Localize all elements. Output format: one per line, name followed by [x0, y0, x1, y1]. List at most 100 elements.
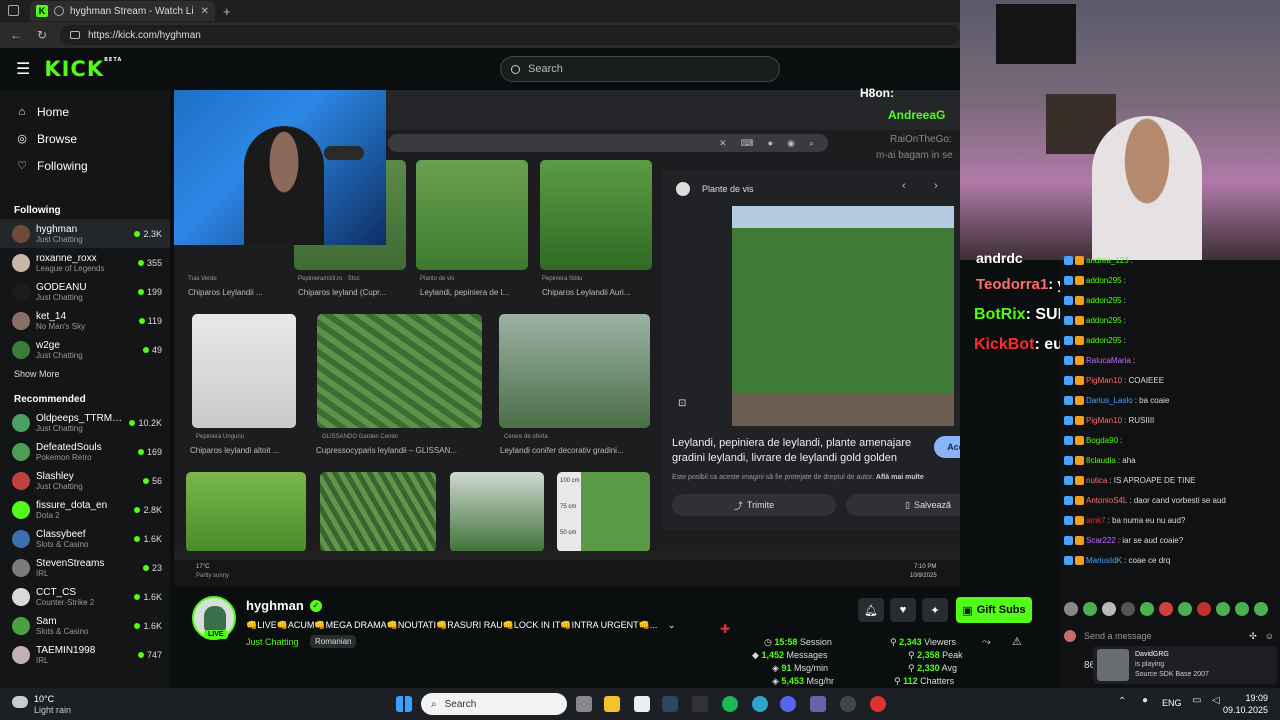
emote-icon[interactable]	[1064, 602, 1078, 616]
nav-browse[interactable]: ◎ Browse	[0, 125, 170, 152]
channel-name: CCT_CS	[36, 586, 77, 598]
chat-username[interactable]: Bogda90	[1086, 436, 1118, 445]
sidebar-channel-godeanu[interactable]: GODEANU Just Chatting 199	[0, 277, 170, 306]
viewer-count-value: 199	[146, 286, 162, 297]
sidebar-channel-defeatedsouls[interactable]: DefeatedSouls Pokemon Retro 169	[0, 437, 170, 466]
save-button[interactable]: ▯ Salvează	[846, 494, 960, 516]
streamer-name[interactable]: hyghman	[246, 598, 304, 613]
chat-username[interactable]: PigMan10	[1086, 376, 1122, 385]
mic-icon[interactable]: ●	[1142, 695, 1148, 706]
emote-icon[interactable]	[1121, 602, 1135, 616]
panel-title: Leylandi, pepiniera de leylandi, plante …	[672, 437, 912, 464]
store-icon[interactable]	[634, 696, 650, 712]
sidebar-channel-slashley[interactable]: Slashley Just Chatting 56	[0, 466, 170, 495]
sidebar-toggle-icon[interactable]	[8, 5, 19, 16]
reload-icon[interactable]: ↻	[34, 28, 50, 42]
viewer-count: 1.6K	[134, 621, 162, 631]
sidebar-channel-cct-cs[interactable]: CCT_CS Counter-Strike 2 1.6K	[0, 582, 170, 611]
search-input[interactable]: Search	[500, 56, 780, 82]
edge-icon[interactable]	[752, 696, 768, 712]
site-info-icon[interactable]	[70, 31, 80, 39]
discord-icon[interactable]	[780, 696, 796, 712]
chat-username[interactable]: addon295	[1086, 296, 1122, 305]
language-tag[interactable]: Romanian	[310, 635, 357, 648]
chat-username[interactable]: amk7	[1086, 516, 1106, 525]
sidebar-channel-w2ge[interactable]: w2ge Just Chatting 49	[0, 335, 170, 364]
chevron-up-icon[interactable]: ⌃	[1118, 696, 1126, 707]
emoji-icon[interactable]: ☺	[1265, 631, 1274, 641]
chat-username[interactable]: Darius_Laslo	[1086, 396, 1133, 405]
browser-tab[interactable]: K hyghman Stream - Watch Li ✕	[30, 1, 215, 21]
emote-icon[interactable]	[1140, 602, 1154, 616]
taskbar-search[interactable]: ⌕ Search	[421, 693, 567, 715]
emote-icon[interactable]	[1235, 602, 1249, 616]
nav-following[interactable]: ♡ Following	[0, 152, 170, 179]
chat-username[interactable]: MariusIdK	[1086, 556, 1122, 565]
file-explorer-icon[interactable]	[604, 696, 620, 712]
show-more-link[interactable]: Show More	[0, 364, 170, 384]
obs-icon[interactable]	[870, 696, 886, 712]
gift-subs-button[interactable]: ▣ Gift Subs	[956, 597, 1032, 623]
sidebar-channel-roxanne-roxx[interactable]: roxanne_roxx League of Legends 355	[0, 248, 170, 277]
follow-button[interactable]: ♥	[890, 598, 916, 622]
spotify-icon[interactable]	[722, 696, 738, 712]
sidebar-channel-classybeef[interactable]: Classybeef Slots & Casino 1.6K	[0, 524, 170, 553]
start-icon[interactable]	[396, 696, 412, 712]
task-view-icon[interactable]	[576, 696, 592, 712]
thumb-image	[450, 472, 544, 552]
chevron-down-icon[interactable]: ⌄	[668, 620, 676, 630]
back-icon[interactable]: ←	[8, 28, 24, 42]
sidebar-channel-oldpeeps-ttrmsp[interactable]: Oldpeeps_TTRMSP Just Chatting 10.2K	[0, 408, 170, 437]
chat-username[interactable]: addon295	[1086, 276, 1122, 285]
chat-username[interactable]: Scar222	[1086, 536, 1116, 545]
weather-temp[interactable]: 10°C	[34, 694, 54, 704]
notification-button[interactable]: 🔔︎	[858, 598, 884, 622]
emote-icon[interactable]	[1159, 602, 1173, 616]
sidebar-channel-ket-14[interactable]: ket_14 No Man's Sky 119	[0, 306, 170, 335]
chat-username[interactable]: addon295	[1086, 316, 1122, 325]
clock-time[interactable]: 19:09	[1220, 693, 1268, 703]
emote-icon[interactable]	[1102, 602, 1116, 616]
app-icon[interactable]	[840, 696, 856, 712]
chat-username[interactable]: 8claudia	[1086, 456, 1116, 465]
clip-button[interactable]: ✦	[922, 598, 948, 622]
language-indicator[interactable]: ENG	[1162, 698, 1182, 708]
chat-username[interactable]: addon295	[1086, 336, 1122, 345]
steam-icon[interactable]	[662, 696, 678, 712]
stream-category[interactable]: Just Chatting	[246, 637, 299, 647]
chat-username[interactable]: PigMan10	[1086, 416, 1122, 425]
discord-activity-popup[interactable]: DavidGRG is playing Source SDK Base 2007	[1093, 646, 1277, 684]
emote-icon[interactable]	[1254, 602, 1268, 616]
sidebar-channel-taemin1998[interactable]: TAEMIN1998 IRL 747	[0, 640, 170, 669]
visit-button[interactable]: Accesează ›	[934, 436, 960, 458]
sidebar-channel-stevenstreams[interactable]: StevenStreams IRL 23	[0, 553, 170, 582]
sidebar-channel-fissure-dota-en[interactable]: fissure_dota_en Dota 2 2.8K	[0, 495, 170, 524]
sidebar-channel-sam[interactable]: Sam Slots & Casino 1.6K	[0, 611, 170, 640]
url-field[interactable]: https://kick.com/hyghman	[60, 25, 960, 45]
chat-input[interactable]: Send a message ✣ ☺	[1064, 626, 1274, 646]
chat-username[interactable]: RalucaMaria	[1086, 356, 1131, 365]
kick-logo[interactable]: KICKBETA	[44, 57, 122, 81]
emote-icon[interactable]	[1216, 602, 1230, 616]
tab-close-icon[interactable]: ✕	[201, 6, 209, 17]
emote-icon[interactable]	[1178, 602, 1192, 616]
monitor-icon[interactable]: ▭	[1192, 695, 1201, 706]
sidebar-channel-hyghman[interactable]: hyghman Just Chatting 2.3K	[0, 219, 170, 248]
nav-home[interactable]: ⌂ Home	[0, 98, 170, 125]
emote-icon[interactable]	[1197, 602, 1211, 616]
chat-username[interactable]: andrea_123	[1086, 256, 1129, 265]
chat-username[interactable]: AntonioS4L	[1086, 496, 1127, 505]
teams-icon[interactable]	[810, 696, 826, 712]
send-button[interactable]: ⤴ Trimite	[672, 494, 836, 516]
chat-username[interactable]: nutica	[1086, 476, 1107, 485]
stream-video[interactable]: ✕ ⌨ ● ◉ ⌕ Tuia Verde Chiparos Leylandii …	[174, 90, 960, 586]
epic-icon[interactable]	[692, 696, 708, 712]
badge-icon	[1064, 456, 1073, 465]
emote-icon[interactable]	[1083, 602, 1097, 616]
clock-date[interactable]: 09.10.2025	[1214, 705, 1268, 715]
share-icon[interactable]: ⤳	[982, 636, 991, 649]
new-tab-icon[interactable]: +	[223, 4, 231, 19]
warning-icon[interactable]: ⚠	[1012, 635, 1022, 648]
menu-icon[interactable]: ☰	[16, 59, 30, 79]
settings-icon[interactable]: ✣	[1249, 631, 1257, 642]
